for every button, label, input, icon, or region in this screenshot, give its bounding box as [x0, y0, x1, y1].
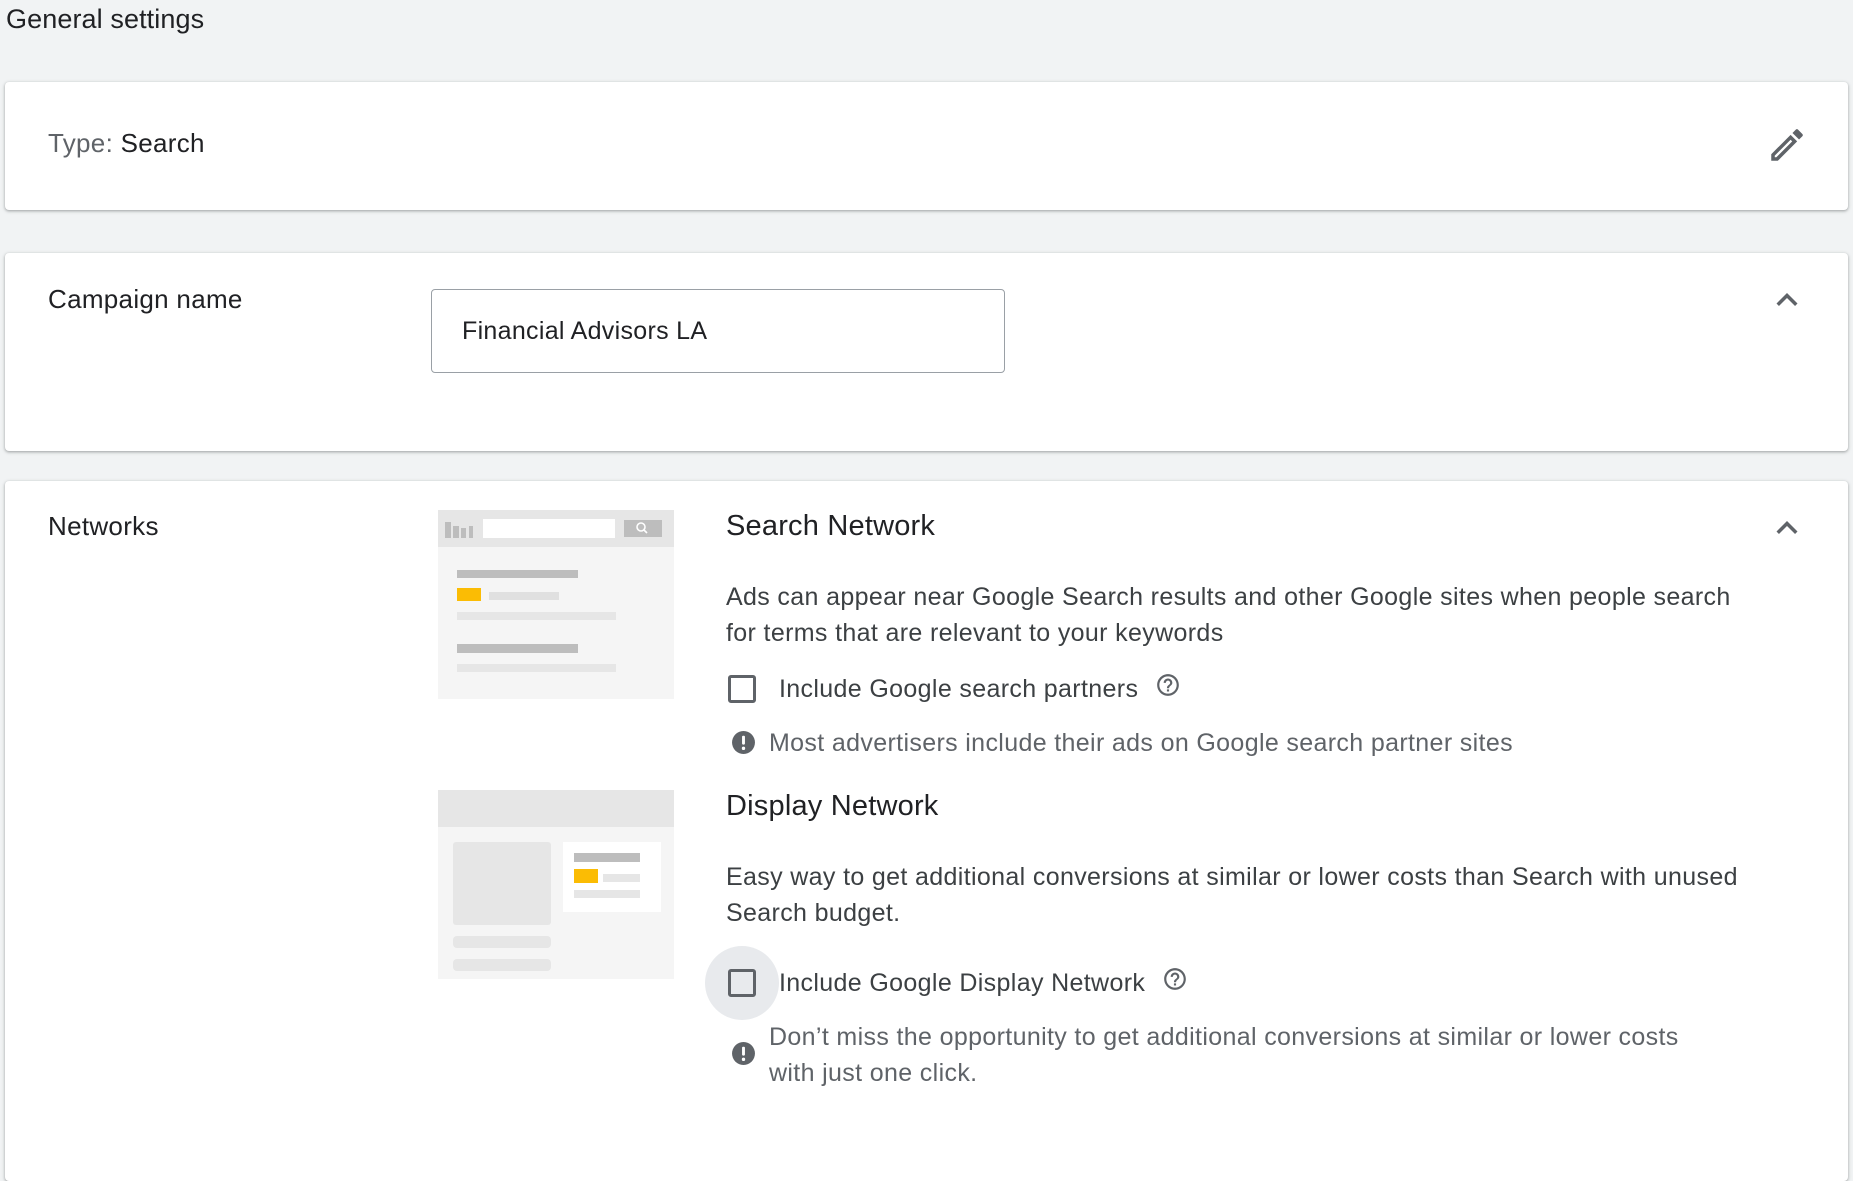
chevron-up-icon	[1776, 521, 1798, 534]
search-partners-notice-text: Most advertisers include their ads on Go…	[769, 729, 1513, 757]
help-circle-icon[interactable]	[1155, 672, 1181, 698]
checkbox-box	[728, 675, 756, 703]
chevron-up-icon	[1776, 293, 1798, 306]
search-partners-notice: Most advertisers include their ads on Go…	[731, 725, 1731, 761]
campaign-name-card: Campaign name	[5, 253, 1848, 451]
display-network-title: Display Network	[726, 790, 939, 822]
campaign-type: Type: Search	[48, 128, 205, 159]
search-partners-label[interactable]: Include Google search partners	[779, 675, 1138, 704]
pencil-icon	[1771, 129, 1803, 161]
campaign-name-label: Campaign name	[48, 284, 243, 314]
display-network-notice: Don’t miss the opportunity to get additi…	[731, 1019, 1731, 1091]
display-network-description: Easy way to get additional conversions a…	[726, 863, 1738, 927]
page-title: General settings	[6, 4, 205, 34]
exclamation-circle-icon	[732, 1042, 755, 1065]
exclamation-circle-icon	[732, 731, 755, 754]
networks-label: Networks	[48, 511, 159, 541]
display-network-label[interactable]: Include Google Display Network	[779, 969, 1145, 998]
edit-type-button[interactable]	[1766, 124, 1808, 166]
search-network-description: Ads can appear near Google Search result…	[726, 583, 1731, 647]
campaign-type-value: Search	[120, 128, 205, 158]
networks-card: Networks Search Network Ads can appear n…	[5, 481, 1848, 1181]
search-partners-checkbox-row: Include Google search partners	[715, 652, 1181, 726]
display-network-checkbox[interactable]	[705, 946, 779, 1020]
collapse-networks-button[interactable]	[1766, 507, 1808, 549]
campaign-type-label: Type:	[48, 128, 114, 158]
collapse-campaign-name-button[interactable]	[1766, 279, 1808, 321]
search-network-illustration	[438, 510, 674, 699]
help-circle-icon[interactable]	[1162, 966, 1188, 992]
display-network-notice-text: Don’t miss the opportunity to get additi…	[769, 1023, 1679, 1087]
search-partners-checkbox[interactable]	[705, 652, 779, 726]
campaign-type-card: Type: Search	[5, 82, 1848, 210]
checkbox-box	[728, 969, 756, 997]
campaign-name-input[interactable]	[431, 289, 1005, 373]
search-network-title: Search Network	[726, 510, 936, 542]
display-network-checkbox-row: Include Google Display Network	[705, 946, 1188, 1020]
display-network-illustration	[438, 790, 674, 979]
